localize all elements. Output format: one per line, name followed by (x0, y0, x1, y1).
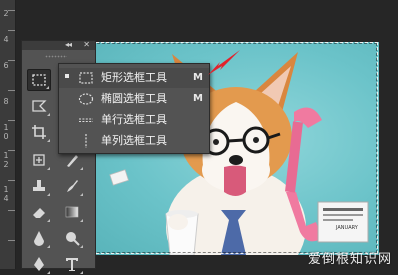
marquee-tools-flyout-menu: 矩形选框工具 M 椭圆选框工具 M 单行选框工具 单列选框工具 (58, 63, 210, 154)
selected-bullet-icon (65, 74, 69, 78)
pen-icon (34, 257, 44, 271)
history-brush-icon (67, 180, 78, 192)
history-brush-tool[interactable] (60, 175, 84, 197)
blur-tool[interactable] (27, 227, 51, 249)
flyout-item-single-row-marquee[interactable]: 单行选框工具 (59, 110, 209, 130)
ruler-label: 1 (3, 123, 9, 132)
single-row-marquee-icon (79, 118, 93, 122)
crop-icon (32, 125, 46, 139)
gradient-icon (65, 206, 79, 218)
dodge-tool[interactable] (60, 227, 84, 249)
rect-marquee-icon (79, 72, 93, 84)
dodge-icon (66, 232, 80, 246)
flyout-item-label: 矩形选框工具 (101, 71, 167, 84)
flyout-item-rectangular-marquee[interactable]: 矩形选框工具 M (59, 68, 209, 88)
panel-header[interactable]: ◂◂ ✕ (22, 40, 95, 50)
ruler-label: 0 (3, 132, 9, 141)
flyout-item-elliptical-marquee[interactable]: 椭圆选框工具 M (59, 89, 209, 109)
pen-tool[interactable] (27, 253, 51, 275)
eraser-tool[interactable] (27, 201, 51, 223)
single-column-marquee-icon (85, 134, 87, 148)
ruler-label: 4 (3, 194, 9, 203)
close-icon[interactable]: ✕ (83, 40, 90, 49)
ruler-label: 1 (3, 151, 9, 160)
collapse-icon[interactable]: ◂◂ (65, 40, 72, 49)
type-tool[interactable] (60, 253, 84, 275)
ruler-label: 4 (3, 35, 9, 44)
flyout-item-single-column-marquee[interactable]: 单列选框工具 (59, 131, 209, 151)
stamp-icon (33, 180, 45, 191)
ruler-label: 2 (3, 9, 9, 18)
watermark-text: 爱倒根知识网 (307, 252, 392, 267)
watermark: 爱倒根知识网 (308, 248, 392, 267)
flyout-item-label: 单行选框工具 (101, 113, 167, 126)
crop-tool[interactable] (27, 121, 51, 143)
ruler-label: 6 (3, 61, 9, 70)
eyedropper-tool[interactable] (27, 149, 51, 171)
lasso-icon (32, 100, 47, 112)
ellipse-marquee-icon (78, 93, 94, 105)
flyout-item-label: 单列选框工具 (101, 134, 167, 147)
shortcut-key: M (193, 72, 203, 83)
ruler-label: 2 (3, 160, 9, 169)
ruler-label: 8 (3, 97, 9, 106)
rectangular-marquee-tool[interactable] (27, 69, 51, 91)
type-icon (66, 258, 78, 271)
flyout-item-label: 椭圆选框工具 (101, 92, 167, 105)
lasso-tool[interactable] (27, 95, 51, 117)
ruler-label: 1 (3, 185, 9, 194)
blur-icon (34, 231, 44, 246)
stamp-tool[interactable] (27, 175, 51, 197)
gradient-tool[interactable] (60, 201, 84, 223)
vertical-ruler: 2 4 6 8 1 0 1 2 1 4 (0, 0, 16, 269)
panel-grip-handle[interactable] (45, 55, 67, 58)
newspaper-text: JANUARY (336, 225, 358, 231)
eraser-icon (33, 208, 45, 218)
eyedropper-icon (33, 154, 45, 166)
shortcut-key: M (193, 93, 203, 104)
